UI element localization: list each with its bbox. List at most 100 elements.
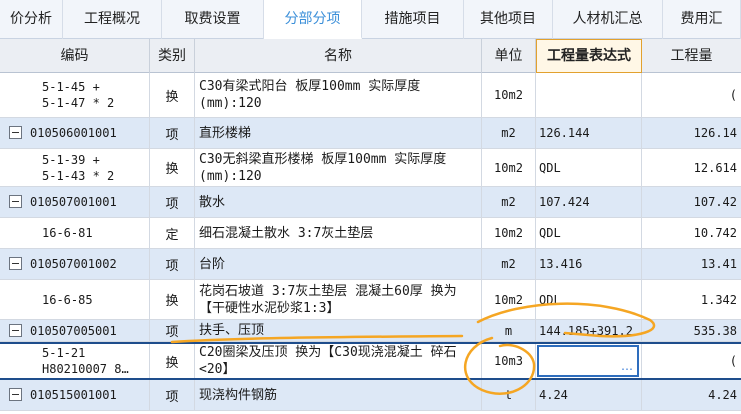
name-cell[interactable]: 散水 [195, 187, 482, 217]
quantity-text: 13.41 [700, 257, 737, 271]
unit-cell: m2 [482, 118, 536, 148]
minus-box-icon[interactable] [9, 388, 22, 401]
tab-fee-settings[interactable]: 取费设置 [162, 0, 264, 39]
table-row[interactable]: 010515001001 项 现浇构件钢筋 t 4.24 4.24 [0, 380, 741, 411]
quantity-text: 107.42 [693, 195, 737, 209]
code-line: 5-1-45 + [42, 80, 100, 94]
table-row[interactable]: 010507001002 项 台阶 m2 13.416 13.41 [0, 249, 741, 280]
code-cell: 5-1-39 +5-1-43 * 2 [0, 149, 150, 186]
minus-box-icon[interactable] [9, 324, 22, 337]
quantity-text: ( [729, 354, 737, 368]
col-header-type[interactable]: 类别 [150, 39, 195, 73]
tab-itemized[interactable]: 分部分项 [264, 0, 362, 39]
minus-box-icon[interactable] [9, 126, 22, 139]
name-cell[interactable]: C30有梁式阳台 板厚100mm 实际厚度(mm):120 [195, 73, 482, 117]
type-cell: 项 [150, 187, 195, 217]
col-header-code[interactable]: 编码 [0, 39, 150, 73]
name-text: C30无斜梁直形楼梯 板厚100mm 实际厚度(mm):120 [199, 151, 447, 184]
table-row[interactable]: 5-1-39 +5-1-43 * 2 换 C30无斜梁直形楼梯 板厚100mm … [0, 149, 741, 187]
unit-cell: m2 [482, 249, 536, 279]
quantity-cell: 126.14 [642, 118, 741, 148]
name-cell[interactable]: 直形楼梯 [195, 118, 482, 148]
name-cell[interactable]: 扶手、压顶 [195, 320, 482, 341]
code-line: 5-1-21 [42, 346, 86, 360]
quantity-text: 1.342 [700, 292, 737, 307]
quantity-text: 126.14 [693, 126, 737, 140]
unit-cell: 10m2 [482, 149, 536, 186]
table-row[interactable]: 010506001001 项 直形楼梯 m2 126.144 126.14 [0, 118, 741, 149]
table-row-selected[interactable]: 5-1-21 H80210007 8… 换 C20圈梁及压顶 换为【C30现浇混凝… [0, 342, 741, 380]
quantity-text: 535.38 [693, 323, 737, 338]
expression-cell[interactable]: QDL [536, 280, 642, 319]
minus-box-icon[interactable] [9, 195, 22, 208]
minus-box-icon[interactable] [9, 257, 22, 270]
name-cell[interactable]: C30无斜梁直形楼梯 板厚100mm 实际厚度(mm):120 [195, 149, 482, 186]
quantity-cell: ( [642, 73, 741, 117]
type-cell: 项 [150, 249, 195, 279]
grid-header: 编码 类别 名称 单位 工程量表达式 工程量 [0, 39, 741, 73]
expression-cell[interactable]: 126.144 [536, 118, 642, 148]
type-cell: 项 [150, 320, 195, 341]
code-cell: 5-1-45 + 5-1-47 * 2 [0, 73, 150, 117]
tab-resource-summary[interactable]: 人材机汇总 [553, 0, 663, 39]
unit-cell: 10m2 [482, 280, 536, 319]
expression-cell[interactable]: QDL [536, 218, 642, 248]
table-row[interactable]: 16-6-81 定 细石混凝土散水 3:7灰土垫层 10m2 QDL 10.74… [0, 218, 741, 249]
tab-measures[interactable]: 措施项目 [362, 0, 464, 39]
code-cell: 010507001001 [0, 187, 150, 217]
expression-cell[interactable]: 4.24 [536, 380, 642, 410]
unit-cell: 10m2 [482, 73, 536, 117]
name-cell[interactable]: C20圈梁及压顶 换为【C30现浇混凝土 碎石<20】 [195, 344, 482, 378]
quantity-cell: 107.42 [642, 187, 741, 217]
name-cell[interactable]: 细石混凝土散水 3:7灰土垫层 [195, 218, 482, 248]
code-cell: 010507005001 [0, 320, 150, 341]
table-row[interactable]: 010507001001 项 散水 m2 107.424 107.42 [0, 187, 741, 218]
name-text: 花岗石坡道 3:7灰土垫层 混凝土60厚 换为【干硬性水泥砂浆1:3】 [199, 283, 457, 316]
table-row[interactable]: 010507005001 项 扶手、压顶 m 144.185+391.2 535… [0, 320, 741, 342]
code-cell: 010507001002 [0, 249, 150, 279]
quantity-text: 4.24 [708, 388, 737, 402]
name-cell[interactable]: 台阶 [195, 249, 482, 279]
unit-cell: m2 [482, 187, 536, 217]
quantity-cell: 535.38 [642, 320, 741, 341]
name-cell[interactable]: 现浇构件钢筋 [195, 380, 482, 410]
code-line: 5-1-43 * 2 [42, 168, 115, 183]
code-line: 5-1-47 * 2 [42, 96, 115, 110]
expression-input[interactable]: … [537, 345, 639, 377]
quantity-cell: ( [642, 344, 741, 378]
expression-cell[interactable]: QDL [536, 149, 642, 186]
unit-cell: 10m3 [482, 344, 536, 378]
code-cell: 010506001001 [0, 118, 150, 148]
code-line: 5-1-39 + [42, 152, 100, 167]
ellipsis-icon[interactable]: … [621, 359, 633, 373]
col-header-expression[interactable]: 工程量表达式 [536, 39, 642, 73]
quantity-text: 10.742 [693, 226, 737, 240]
tab-strip: 价分析 工程概况 取费设置 分部分项 措施项目 其他项目 人材机汇总 费用汇 [0, 0, 741, 39]
code-line: H80210007 8… [42, 362, 129, 376]
expression-cell[interactable]: 13.416 [536, 249, 642, 279]
tab-project-overview[interactable]: 工程概况 [63, 0, 162, 39]
tab-price-analysis[interactable]: 价分析 [0, 0, 63, 39]
col-header-unit[interactable]: 单位 [482, 39, 536, 73]
expression-cell[interactable] [536, 73, 642, 117]
tab-fee-summary[interactable]: 费用汇 [663, 0, 741, 39]
table-row[interactable]: 5-1-45 + 5-1-47 * 2 换 C30有梁式阳台 板厚100mm 实际… [0, 73, 741, 118]
code-text: 5-1-21 H80210007 8… [42, 345, 129, 377]
name-text: 细石混凝土散水 3:7灰土垫层 [199, 225, 374, 241]
code-text: 16-6-81 [42, 226, 93, 240]
table-row[interactable]: 16-6-85 换 花岗石坡道 3:7灰土垫层 混凝土60厚 换为【干硬性水泥砂… [0, 280, 741, 320]
name-text: 扶手、压顶 [199, 323, 265, 338]
col-header-name[interactable]: 名称 [195, 39, 482, 73]
code-text: 5-1-39 +5-1-43 * 2 [42, 152, 114, 184]
expression-cell[interactable]: … [536, 344, 642, 378]
expression-cell[interactable]: 107.424 [536, 187, 642, 217]
code-cell: 5-1-21 H80210007 8… [0, 344, 150, 378]
name-cell[interactable]: 花岗石坡道 3:7灰土垫层 混凝土60厚 换为【干硬性水泥砂浆1:3】 [195, 280, 482, 319]
type-cell: 换 [150, 344, 195, 378]
expression-cell[interactable]: 144.185+391.2 [536, 320, 642, 341]
col-header-quantity[interactable]: 工程量 [642, 39, 741, 73]
code-text: 010507001002 [30, 257, 117, 271]
unit-cell: t [482, 380, 536, 410]
code-text: 010506001001 [30, 126, 117, 140]
tab-other-items[interactable]: 其他项目 [464, 0, 553, 39]
